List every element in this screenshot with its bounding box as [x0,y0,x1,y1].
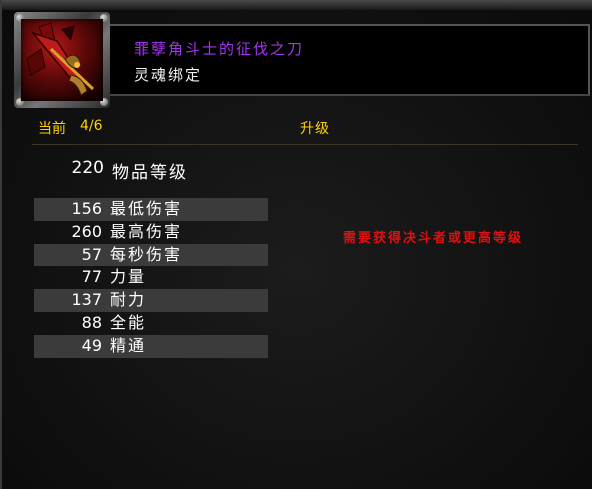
upgrade-level: 4/6 [80,118,103,134]
stat-label: 全能 [110,312,147,332]
item-header: 罪孽角斗士的征伐之刀 灵魂绑定 [94,24,590,96]
item-level-row: 220 物品等级 [34,158,274,183]
item-tooltip-panel: 罪孽角斗士的征伐之刀 灵魂绑定 当前 4/6 升级 220 物品等级 156 最… [0,0,592,489]
upgrade-action-label[interactable]: 升级 [300,118,330,138]
upgrade-row: 当前 4/6 升级 [32,118,578,145]
item-level-label: 物品等级 [112,163,188,183]
stat-row-strength: 77 力量 [34,266,268,289]
stat-label: 耐力 [110,290,147,310]
stat-row-min-damage: 156 最低伤害 [34,198,268,221]
upgrade-requirement: 需要获得决斗者或更高等级 [342,231,523,246]
stat-label: 每秒伤害 [110,244,183,264]
stat-value: 260 [71,221,102,241]
stat-value: 49 [81,335,102,355]
stat-row-dps: 57 每秒伤害 [34,243,268,267]
item-level-value: 220 [71,158,104,178]
stat-label: 最高伤害 [110,221,183,241]
stat-value: 156 [71,199,102,218]
upgrade-current-label: 当前 [38,121,66,137]
stat-value: 88 [81,312,102,332]
stat-row-mastery: 49 精通 [34,334,268,358]
item-icon-frame[interactable] [14,12,110,108]
stat-row-max-damage: 260 最高伤害 [34,221,268,244]
sword-dagger-icon [21,19,103,101]
item-name: 罪孽角斗士的征伐之刀 [134,40,305,58]
stat-label: 最低伤害 [110,199,183,218]
item-binding: 灵魂绑定 [134,66,203,84]
stat-value: 137 [71,290,102,310]
stat-label: 力量 [110,267,147,287]
stat-value: 77 [81,267,102,287]
stat-row-versatility: 88 全能 [34,312,268,335]
stats-list: 156 最低伤害 260 最高伤害 57 每秒伤害 77 力量 137 耐力 8… [34,198,268,358]
stat-label: 精通 [110,335,147,355]
stat-value: 57 [81,244,102,264]
stat-row-stamina: 137 耐力 [34,289,268,312]
panel-top-border [2,0,592,10]
